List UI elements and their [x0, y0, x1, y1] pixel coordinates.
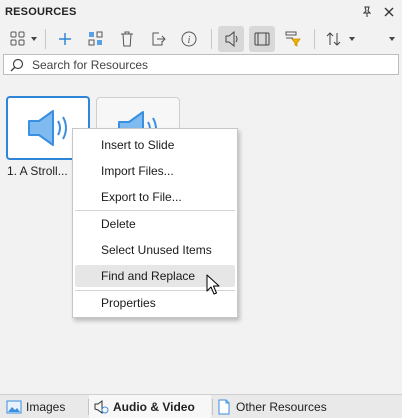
grid-view-icon — [10, 31, 25, 46]
film-icon — [254, 32, 270, 46]
close-icon — [384, 7, 394, 17]
tab-bar: Images Audio & Video Other Resources — [0, 394, 402, 418]
tab-label: Audio & Video — [113, 399, 195, 414]
info-button[interactable]: i — [177, 26, 201, 52]
speaker-icon — [28, 110, 67, 146]
menu-item-export-to-file[interactable]: Export to File... — [75, 186, 235, 208]
chevron-down-icon — [31, 37, 37, 41]
filter-button[interactable] — [281, 26, 305, 52]
more-button[interactable] — [384, 26, 400, 52]
export-icon — [152, 32, 166, 46]
menu-item-delete[interactable]: Delete — [75, 213, 235, 235]
group-button[interactable] — [84, 26, 108, 52]
resources-panel: RESOURCES i Search for Resources 1. A St… — [0, 0, 402, 418]
sort-icon — [326, 32, 341, 46]
search-icon — [10, 58, 24, 72]
group-icon — [88, 31, 103, 46]
tab-audio-video[interactable]: Audio & Video — [89, 395, 211, 418]
chevron-down-icon — [389, 37, 395, 41]
resource-item-label: 1. A Stroll... — [7, 164, 68, 178]
plus-icon — [59, 33, 71, 45]
sort-button[interactable] — [321, 26, 357, 52]
svg-text:i: i — [188, 35, 191, 46]
image-icon — [6, 400, 22, 413]
toolbar: i — [0, 26, 402, 52]
pin-icon — [362, 6, 372, 17]
document-icon — [218, 399, 230, 414]
media-icon — [94, 399, 109, 414]
panel-title: RESOURCES — [5, 6, 77, 18]
filter-icon — [285, 31, 301, 47]
trash-icon — [121, 31, 133, 47]
add-button[interactable] — [53, 26, 77, 52]
menu-divider — [75, 210, 235, 211]
menu-item-select-unused-items[interactable]: Select Unused Items — [75, 239, 235, 261]
speaker-icon — [225, 31, 238, 47]
export-button[interactable] — [146, 26, 170, 52]
mouse-cursor-icon — [206, 274, 220, 295]
panel-header: RESOURCES — [0, 0, 402, 24]
menu-item-insert-to-slide[interactable]: Insert to Slide — [75, 134, 235, 156]
delete-button[interactable] — [115, 26, 139, 52]
tab-images[interactable]: Images — [6, 395, 88, 418]
chevron-down-icon — [349, 37, 355, 41]
pin-button[interactable] — [358, 3, 376, 21]
audio-filter-button[interactable] — [218, 26, 244, 52]
tab-label: Images — [26, 399, 66, 414]
info-icon: i — [181, 31, 197, 47]
search-input[interactable] — [32, 57, 392, 73]
close-button[interactable] — [380, 3, 398, 21]
tab-label: Other Resources — [236, 399, 327, 414]
tab-other-resources[interactable]: Other Resources — [216, 395, 352, 418]
video-filter-button[interactable] — [249, 26, 275, 52]
view-options-button[interactable] — [4, 26, 40, 52]
menu-item-import-files[interactable]: Import Files... — [75, 160, 235, 182]
search-box — [3, 54, 399, 75]
